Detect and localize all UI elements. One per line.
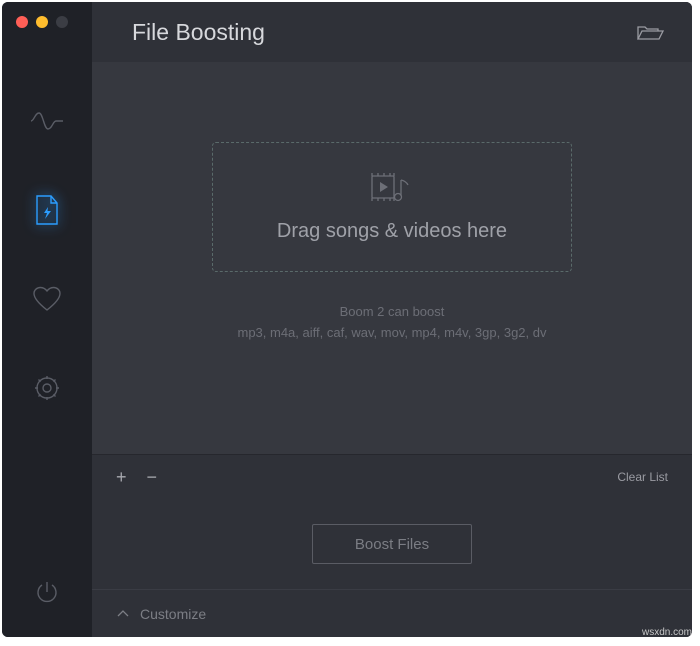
maximize-window-button[interactable] [56, 16, 68, 28]
supports-line1: Boom 2 can boost [237, 302, 546, 323]
media-icon [368, 172, 416, 206]
remove-button[interactable]: − [147, 467, 158, 488]
bottom-bar: + − Clear List Boost Files Customize [92, 454, 692, 637]
file-boost-icon [34, 194, 60, 226]
sidebar [2, 2, 92, 637]
close-window-button[interactable] [16, 16, 28, 28]
sidebar-item-favorites[interactable] [30, 282, 64, 316]
content-area: Drag songs & videos here Boom 2 can boos… [92, 62, 692, 454]
clear-list-button[interactable]: Clear List [617, 470, 668, 484]
header: File Boosting [92, 2, 692, 62]
customize-toggle[interactable]: Customize [92, 589, 692, 637]
gear-icon [33, 374, 61, 402]
app-window: File Boosting [2, 2, 692, 637]
watermark: wsxdn.com [642, 627, 692, 638]
sidebar-items [30, 104, 64, 575]
dropzone-text: Drag songs & videos here [277, 220, 507, 243]
sidebar-item-equalizer[interactable] [30, 104, 64, 138]
add-remove-controls: + − [116, 467, 157, 488]
minimize-window-button[interactable] [36, 16, 48, 28]
add-button[interactable]: + [116, 467, 127, 488]
chevron-up-icon [116, 607, 130, 621]
boost-row: Boost Files [92, 499, 692, 589]
supported-formats: Boom 2 can boost mp3, m4a, aiff, caf, wa… [237, 302, 546, 344]
sidebar-item-power[interactable] [30, 575, 64, 609]
open-folder-button[interactable] [636, 23, 664, 41]
folder-icon [636, 23, 664, 41]
dropzone[interactable]: Drag songs & videos here [212, 142, 572, 272]
sidebar-item-file-boost[interactable] [30, 193, 64, 227]
wave-icon [30, 110, 64, 132]
main-panel: File Boosting [92, 2, 692, 637]
window-controls [16, 16, 68, 28]
sidebar-item-settings[interactable] [30, 371, 64, 405]
heart-icon [32, 286, 62, 312]
list-controls: + − Clear List [92, 455, 692, 499]
customize-label: Customize [140, 606, 206, 622]
page-title: File Boosting [132, 19, 265, 46]
power-icon [35, 580, 59, 604]
boost-files-button[interactable]: Boost Files [312, 524, 472, 564]
supports-line2: mp3, m4a, aiff, caf, wav, mov, mp4, m4v,… [237, 323, 546, 344]
boost-files-label: Boost Files [355, 536, 429, 553]
